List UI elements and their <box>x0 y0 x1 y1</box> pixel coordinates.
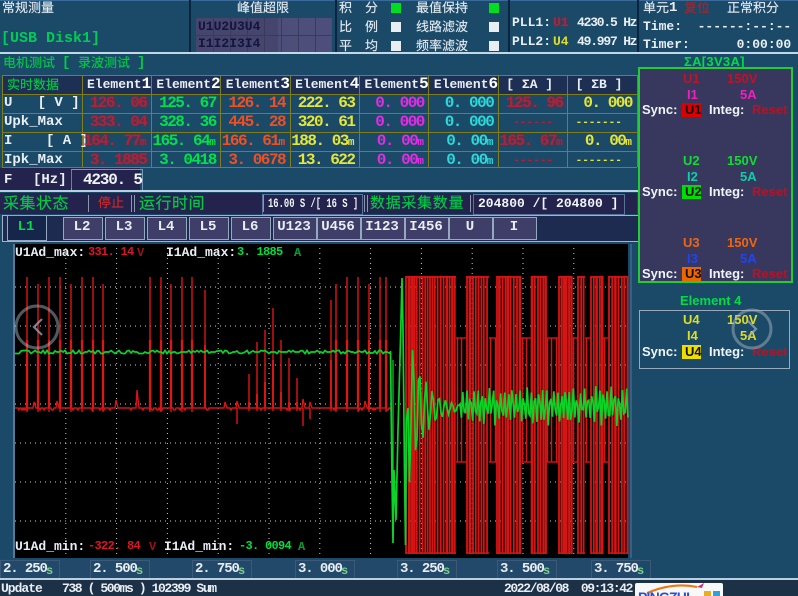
svg-text:PINGZHI: PINGZHI <box>638 589 689 596</box>
